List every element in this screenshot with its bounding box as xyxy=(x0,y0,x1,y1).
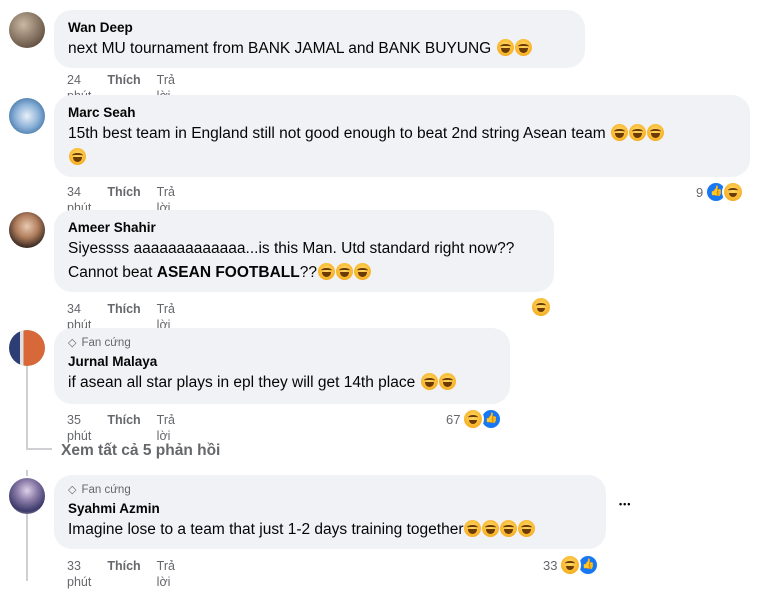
haha-emoji-icon xyxy=(514,39,532,56)
comment-time[interactable]: 33 phút xyxy=(67,558,91,590)
reaction-count: 33 xyxy=(543,557,558,573)
haha-emoji-icon xyxy=(69,148,86,165)
thread-divider xyxy=(26,470,28,476)
view-all-replies-link[interactable]: Xem tất cả 5 phản hồi xyxy=(61,442,220,460)
avatar[interactable] xyxy=(9,330,45,366)
more-options-button[interactable]: ••• xyxy=(619,499,631,509)
like-button[interactable]: Thích xyxy=(107,412,140,444)
haha-emoji-icon xyxy=(629,124,647,141)
comment-bubble: ◇ Fan cứng Jurnal Malaya if asean all sta… xyxy=(54,328,510,404)
reaction-count: 9 xyxy=(696,184,704,200)
comment-author[interactable]: Wan Deep xyxy=(68,19,571,37)
haha-emoji-icon xyxy=(611,124,629,141)
comment-text-body: Imagine lose to a team that just 1-2 day… xyxy=(68,521,464,538)
reply-button[interactable]: Trả lời xyxy=(157,558,175,590)
comment-text: next MU tournament from BANK JAMAL and B… xyxy=(68,37,571,61)
thread-line-bottom xyxy=(26,514,28,581)
comment-text-bold: ASEAN FOOTBALL xyxy=(156,264,300,281)
haha-reaction-icon xyxy=(530,296,552,318)
haha-emoji-icon xyxy=(647,124,665,141)
thread-line xyxy=(26,362,28,450)
comment-bubble: Wan Deep next MU tournament from BANK JA… xyxy=(54,10,585,68)
comment-text: 15th best team in England still not good… xyxy=(68,122,736,170)
diamond-icon: ◇ xyxy=(68,484,77,496)
comment-text-suffix: ?? xyxy=(299,264,317,281)
comment-author[interactable]: Ameer Shahir xyxy=(68,219,540,237)
haha-emoji-icon xyxy=(464,520,482,537)
comment-author[interactable]: Syahmi Azmin xyxy=(68,500,592,518)
comment-text-body: next MU tournament from BANK JAMAL and B… xyxy=(68,40,492,57)
comment-actions: 35 phút Thích Trả lời xyxy=(67,412,175,444)
reaction-summary[interactable] xyxy=(530,296,552,318)
haha-emoji-icon xyxy=(496,39,514,56)
haha-emoji-icon xyxy=(438,373,456,390)
comment-text-line-2: Cannot beat ASEAN FOOTBALL?? xyxy=(68,261,540,285)
haha-emoji-icon xyxy=(353,263,371,280)
comment-text: Imagine lose to a team that just 1-2 day… xyxy=(68,518,592,542)
haha-emoji-icon xyxy=(482,520,500,537)
haha-emoji-icon xyxy=(420,373,438,390)
comment-text-line-1: Siyessss aaaaaaaaaaaaa...is this Man. Ut… xyxy=(68,240,515,257)
haha-reaction-icon xyxy=(462,408,485,430)
comment-bubble: Marc Seah 15th best team in England stil… xyxy=(54,95,750,177)
comment-time[interactable]: 35 phút xyxy=(67,412,91,444)
haha-emoji-icon xyxy=(317,263,335,280)
haha-reaction-icon xyxy=(722,181,745,203)
haha-emoji-icon xyxy=(518,520,536,537)
comment-text-body: 15th best team in England still not good… xyxy=(68,125,606,142)
avatar[interactable] xyxy=(9,98,45,134)
fan-badge: ◇ Fan cứng xyxy=(68,482,592,498)
haha-emoji-icon xyxy=(500,520,518,537)
fan-badge-label: Fan cứng xyxy=(81,337,131,349)
reaction-count: 67 xyxy=(446,411,461,427)
reaction-summary[interactable]: 33 👍 xyxy=(543,554,600,576)
comment-bubble: ◇ Fan cứng Syahmi Azmin Imagine lose to a… xyxy=(54,475,606,549)
haha-reaction-icon xyxy=(559,554,582,576)
fan-badge-label: Fan cứng xyxy=(81,484,131,496)
comment-author[interactable]: Jurnal Malaya xyxy=(68,353,496,371)
thread-connector xyxy=(26,448,52,450)
comment-author[interactable]: Marc Seah xyxy=(68,104,736,122)
avatar[interactable] xyxy=(9,212,45,248)
diamond-icon: ◇ xyxy=(68,337,77,349)
comment-bubble: Ameer Shahir Siyessss aaaaaaaaaaaaa...is… xyxy=(54,210,554,292)
haha-emoji-icon xyxy=(335,263,353,280)
comment-actions: 33 phút Thích Trả lời xyxy=(67,558,175,590)
avatar[interactable] xyxy=(9,12,45,48)
reaction-summary[interactable]: 67 👍 xyxy=(446,408,503,430)
reply-button[interactable]: Trả lời xyxy=(157,412,175,444)
comment-text-body: if asean all star plays in epl they will… xyxy=(68,374,416,391)
comment-text-prefix: Cannot beat xyxy=(68,264,157,281)
comment-text: if asean all star plays in epl they will… xyxy=(68,371,496,395)
fan-badge: ◇ Fan cứng xyxy=(68,335,496,351)
reaction-summary[interactable]: 9 👍 xyxy=(696,181,745,203)
avatar[interactable] xyxy=(9,478,45,514)
like-button[interactable]: Thích xyxy=(107,558,140,590)
